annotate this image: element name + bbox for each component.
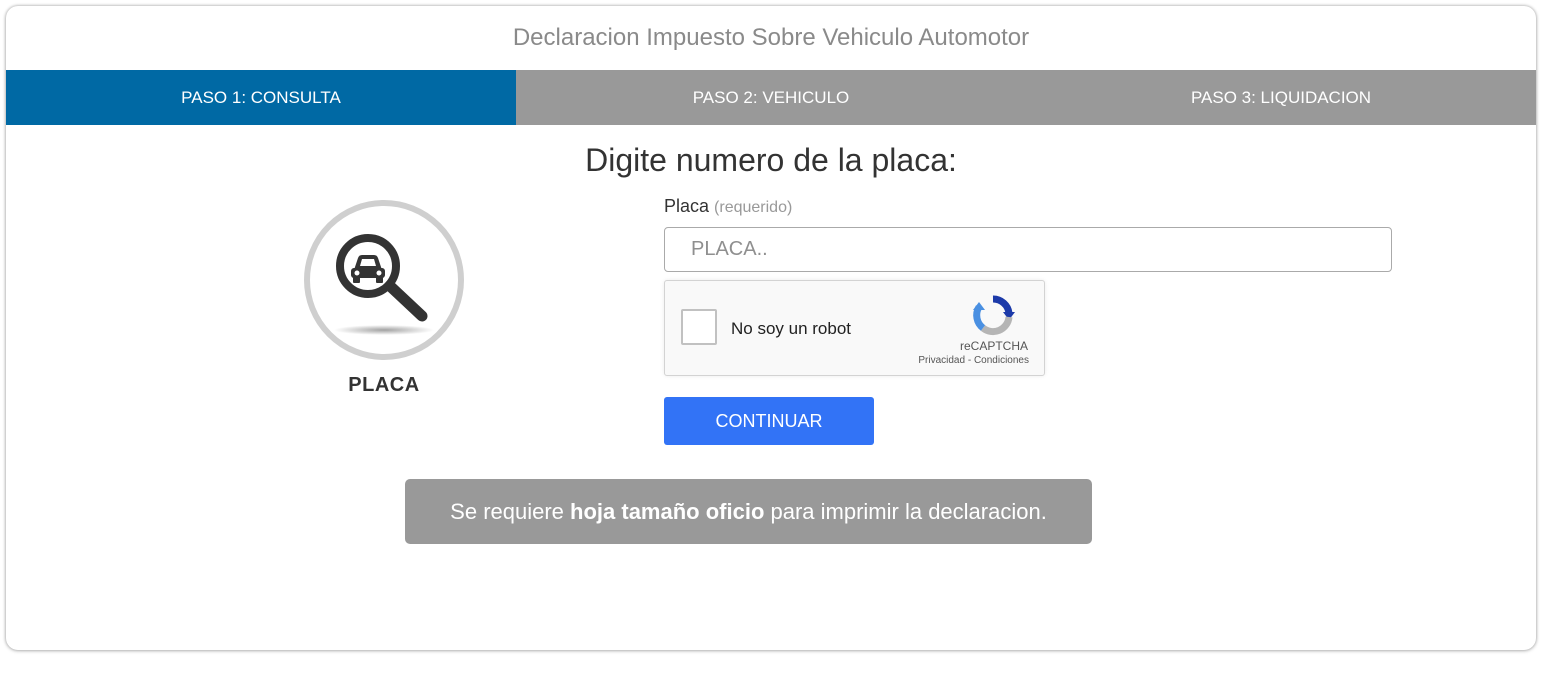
privacy-link[interactable]: Privacidad xyxy=(918,355,965,366)
recaptcha-logo-icon xyxy=(973,295,1015,335)
plate-icon-block: PLACA xyxy=(304,200,464,397)
plate-label: Placa (requerido) xyxy=(664,196,1392,217)
car-search-icon xyxy=(334,234,434,335)
form-heading: Digite numero de la placa: xyxy=(585,142,957,178)
recaptcha-label: No soy un robot xyxy=(731,319,852,338)
step-label: PASO 2: VEHICULO xyxy=(692,87,850,107)
plate-input[interactable] xyxy=(664,227,1392,272)
tab-step-1-consulta[interactable]: PASO 1: CONSULTA xyxy=(6,70,516,125)
plate-form: Placa (requerido) No soy un robot reCAPT… xyxy=(664,196,1392,445)
continue-button[interactable]: CONTINUAR xyxy=(664,397,874,445)
required-hint: (requerido) xyxy=(714,199,793,216)
link-separator: - xyxy=(965,355,974,366)
page-title: Declaracion Impuesto Sobre Vehiculo Auto… xyxy=(512,24,1030,51)
icon-label: PLACA xyxy=(348,374,420,396)
icon-circle xyxy=(304,200,464,360)
tab-step-2-vehiculo[interactable]: PASO 2: VEHICULO xyxy=(516,70,1026,125)
recaptcha-widget: No soy un robot reCAPTCHA Privacidad - C… xyxy=(664,280,1045,376)
notice-suffix: para imprimir la declaracion. xyxy=(764,498,1047,524)
notice-prefix: Se requiere xyxy=(450,498,571,524)
paper-size-notice: Se requiere hoja tamaño oficio para impr… xyxy=(405,479,1092,544)
step-bar: PASO 1: CONSULTA PASO 2: VEHICULO PASO 3… xyxy=(6,70,1536,125)
tab-step-3-liquidacion[interactable]: PASO 3: LIQUIDACION xyxy=(1026,70,1536,125)
recaptcha-brand: reCAPTCHA xyxy=(959,339,1028,353)
notice-bold: hoja tamaño oficio xyxy=(570,498,765,524)
terms-link[interactable]: Condiciones xyxy=(974,355,1029,366)
plate-label-text: Placa xyxy=(664,196,710,216)
recaptcha-links: Privacidad - Condiciones xyxy=(918,355,1029,366)
step-label: PASO 1: CONSULTA xyxy=(181,87,341,107)
recaptcha-checkbox[interactable] xyxy=(681,309,717,345)
step-label: PASO 3: LIQUIDACION xyxy=(1190,87,1372,107)
declaration-card: Declaracion Impuesto Sobre Vehiculo Auto… xyxy=(6,6,1536,650)
